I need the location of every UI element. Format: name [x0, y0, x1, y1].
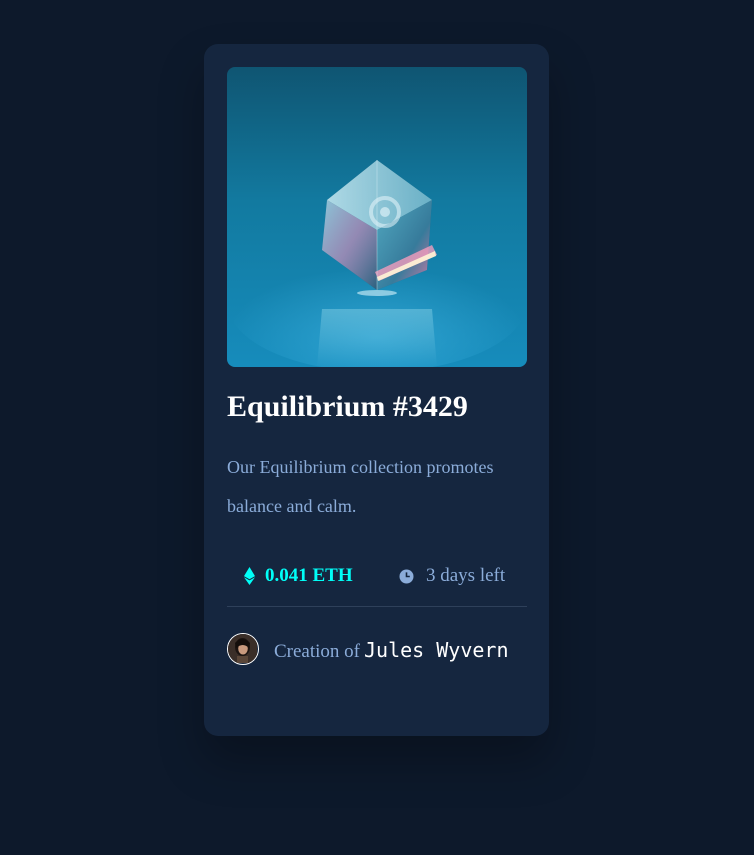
nft-title[interactable]: Equilibrium #3429 — [227, 387, 468, 427]
price-value: 0.041 ETH — [265, 565, 353, 586]
nft-card: Equilibrium #3429 Our Equilibrium collec… — [204, 44, 549, 736]
creator-avatar-image — [228, 634, 257, 663]
creator-prefix: Creation of — [274, 641, 361, 662]
creator-name-link[interactable]: Jules Wyvern — [364, 638, 509, 662]
clock-icon — [399, 569, 414, 583]
equilibrium-cube-image — [227, 67, 527, 367]
ethereum-icon — [244, 567, 255, 585]
nft-description: Our Equilibrium collection promotes bala… — [227, 457, 494, 516]
time-left: 3 days left — [426, 565, 506, 586]
avatar — [227, 633, 259, 665]
nft-stats: 0.041 ETH 3 days left — [227, 561, 527, 591]
creator-line: Creation of Jules Wyvern — [274, 636, 524, 667]
divider — [227, 606, 527, 607]
nft-image[interactable] — [227, 67, 527, 367]
time-stat: 3 days left — [399, 561, 505, 591]
price-stat: 0.041 ETH — [244, 561, 353, 591]
